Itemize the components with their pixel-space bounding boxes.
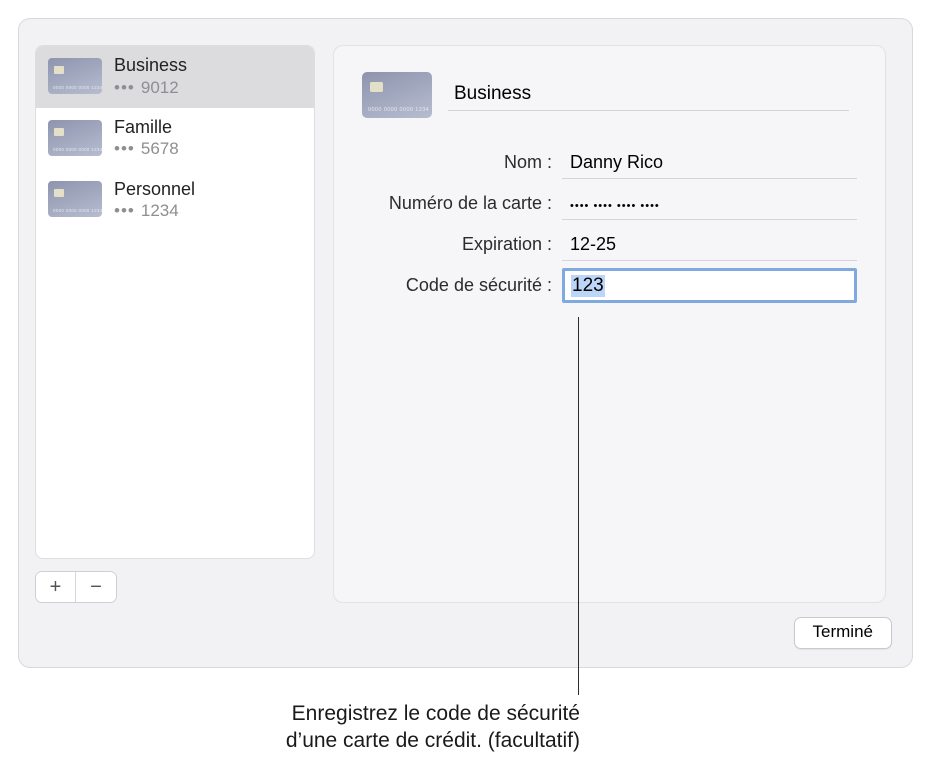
credit-card-icon bbox=[362, 72, 432, 118]
security-code-input[interactable]: 123 bbox=[562, 268, 857, 303]
callout-text: Enregistrez le code de sécurité d’une ca… bbox=[110, 700, 580, 755]
credit-card-icon bbox=[48, 181, 102, 217]
credit-card-icon bbox=[48, 120, 102, 156]
card-item-name: Business bbox=[114, 54, 187, 77]
list-controls: + − bbox=[35, 571, 315, 603]
card-item-text: Famille ••• 5678 bbox=[114, 116, 179, 160]
card-item-text: Personnel ••• 1234 bbox=[114, 178, 195, 222]
add-remove-segment: + − bbox=[35, 571, 117, 603]
footer: Terminé bbox=[19, 603, 912, 667]
name-input[interactable] bbox=[562, 147, 857, 179]
done-button-label: Terminé bbox=[813, 622, 873, 641]
expiry-input[interactable] bbox=[562, 229, 857, 261]
detail-header bbox=[362, 72, 857, 118]
card-list: Business ••• 9012 Famille ••• 5678 bbox=[35, 45, 315, 559]
add-button[interactable]: + bbox=[36, 572, 76, 602]
card-title-input[interactable] bbox=[448, 79, 849, 111]
card-item-name: Famille bbox=[114, 116, 179, 139]
row-security: Code de sécurité : 123 bbox=[362, 265, 857, 306]
row-name: Nom : bbox=[362, 142, 857, 183]
plus-icon: + bbox=[50, 576, 62, 599]
minus-icon: − bbox=[90, 576, 102, 599]
row-number: Numéro de la carte : bbox=[362, 183, 857, 224]
card-item-name: Personnel bbox=[114, 178, 195, 201]
card-item-last4: ••• 1234 bbox=[114, 200, 195, 221]
security-label: Code de sécurité : bbox=[362, 275, 562, 296]
security-code-value: 123 bbox=[571, 275, 605, 297]
card-item-personnel[interactable]: Personnel ••• 1234 bbox=[36, 170, 314, 232]
detail-panel: Nom : Numéro de la carte : Expiration : bbox=[333, 45, 886, 603]
preferences-window: Business ••• 9012 Famille ••• 5678 bbox=[18, 18, 913, 668]
credit-card-icon bbox=[48, 58, 102, 94]
callout-line bbox=[578, 317, 579, 695]
card-item-business[interactable]: Business ••• 9012 bbox=[36, 46, 314, 108]
content-area: Business ••• 9012 Famille ••• 5678 bbox=[19, 19, 912, 603]
card-item-last4: ••• 9012 bbox=[114, 77, 187, 98]
done-button[interactable]: Terminé bbox=[794, 617, 892, 649]
remove-button[interactable]: − bbox=[76, 572, 116, 602]
number-label: Numéro de la carte : bbox=[362, 193, 562, 214]
card-item-famille[interactable]: Famille ••• 5678 bbox=[36, 108, 314, 170]
card-number-input[interactable] bbox=[562, 188, 857, 220]
row-expiry: Expiration : bbox=[362, 224, 857, 265]
card-item-text: Business ••• 9012 bbox=[114, 54, 187, 98]
form-rows: Nom : Numéro de la carte : Expiration : bbox=[362, 142, 857, 306]
expiry-label: Expiration : bbox=[362, 234, 562, 255]
name-label: Nom : bbox=[362, 152, 562, 173]
sidebar: Business ••• 9012 Famille ••• 5678 bbox=[35, 45, 315, 603]
card-item-last4: ••• 5678 bbox=[114, 138, 179, 159]
